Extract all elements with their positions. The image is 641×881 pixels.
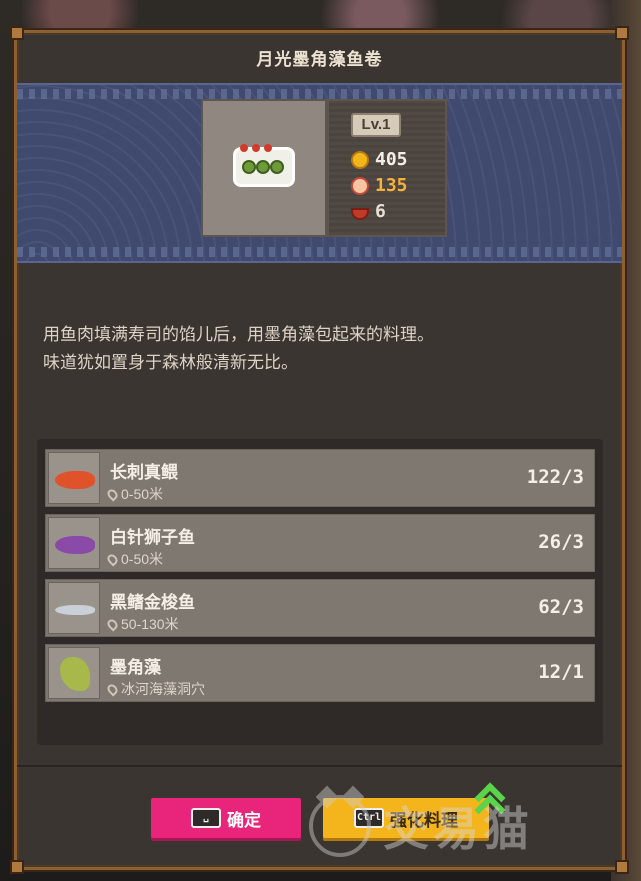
dish-stats: Lv.1 405 135 6 bbox=[327, 99, 447, 237]
confirm-button[interactable]: ␣ 确定 bbox=[151, 798, 301, 838]
dish-description: 用鱼肉填满寿司的馅儿后，用墨角藻包起来的料理。 味道犹如置身于森林般清新无比。 bbox=[43, 321, 603, 377]
dish-title: 月光墨角藻鱼卷 bbox=[256, 50, 383, 69]
ingredient-location: 0-50米 bbox=[105, 484, 163, 504]
recipe-panel: 月光墨角藻鱼卷 Lv.1 405 135 6 用鱼肉填满寿司的馅儿后，用墨角藻包… bbox=[10, 26, 629, 874]
ingredient-name: 墨角藻 bbox=[110, 658, 161, 677]
ingredient-location: 50-130米 bbox=[105, 614, 179, 634]
description-line: 味道犹如置身于森林般清新无比。 bbox=[43, 353, 298, 372]
enhance-label: 强化料理 bbox=[390, 810, 458, 830]
sushi-roll-icon bbox=[233, 144, 295, 187]
price-value: 405 bbox=[375, 149, 408, 170]
ingredient-name: 黑鳍金梭鱼 bbox=[110, 593, 195, 612]
ingredient-row[interactable]: 黑鳍金梭鱼 50-130米 62/3 bbox=[45, 579, 595, 637]
servings-stat: 6 bbox=[351, 201, 386, 222]
barracuda-icon bbox=[48, 582, 100, 634]
ctrl-key-icon: Ctrl bbox=[354, 808, 384, 828]
frame-corner bbox=[10, 26, 24, 40]
servings-value: 6 bbox=[375, 201, 386, 222]
location-pin-icon bbox=[105, 616, 120, 632]
dish-image-frame bbox=[201, 99, 327, 237]
taste-stat: 135 bbox=[351, 175, 408, 196]
level-badge: Lv.1 bbox=[351, 113, 401, 137]
wave-pattern bbox=[17, 247, 622, 257]
wave-pattern bbox=[17, 89, 622, 99]
ingredient-name: 白针狮子鱼 bbox=[110, 528, 195, 547]
divider bbox=[17, 765, 622, 767]
ingredient-name: 长刺真鳂 bbox=[110, 463, 178, 482]
taste-value: 135 bbox=[375, 175, 408, 196]
space-key-icon: ␣ bbox=[191, 808, 221, 828]
location-pin-icon bbox=[105, 486, 120, 502]
enhance-dish-button[interactable]: Ctrl 强化料理 bbox=[323, 798, 489, 838]
bowl-icon bbox=[351, 207, 369, 220]
ingredient-count: 12/1 bbox=[538, 661, 584, 683]
coin-icon bbox=[351, 150, 369, 169]
price-stat: 405 bbox=[351, 149, 408, 170]
location-pin-icon bbox=[105, 681, 120, 697]
seaweed-icon bbox=[48, 647, 100, 699]
ingredient-row[interactable]: 长刺真鳂 0-50米 122/3 bbox=[45, 449, 595, 507]
frame-corner bbox=[615, 26, 629, 40]
upgrade-arrow-icon bbox=[474, 781, 506, 826]
ingredient-location: 0-50米 bbox=[105, 549, 163, 569]
confirm-label: 确定 bbox=[227, 810, 261, 830]
location-pin-icon bbox=[105, 551, 120, 567]
ingredient-count: 62/3 bbox=[538, 596, 584, 618]
ingredient-count: 26/3 bbox=[538, 531, 584, 553]
frame-corner bbox=[615, 860, 629, 874]
ingredient-location: 冰河海藻洞穴 bbox=[105, 679, 205, 699]
frame-corner bbox=[10, 860, 24, 874]
ingredient-row[interactable]: 白针狮子鱼 0-50米 26/3 bbox=[45, 514, 595, 572]
taste-icon bbox=[351, 176, 369, 195]
ingredient-row[interactable]: 墨角藻 冰河海藻洞穴 12/1 bbox=[45, 644, 595, 702]
description-line: 用鱼肉填满寿司的馅儿后，用墨角藻包起来的料理。 bbox=[43, 325, 434, 344]
red-fish-icon bbox=[48, 452, 100, 504]
ingredient-list: 长刺真鳂 0-50米 122/3 白针狮子鱼 0-50米 26/3 黑鳍金梭鱼 bbox=[37, 439, 603, 745]
ingredient-count: 122/3 bbox=[526, 466, 584, 488]
lionfish-icon bbox=[48, 517, 100, 569]
